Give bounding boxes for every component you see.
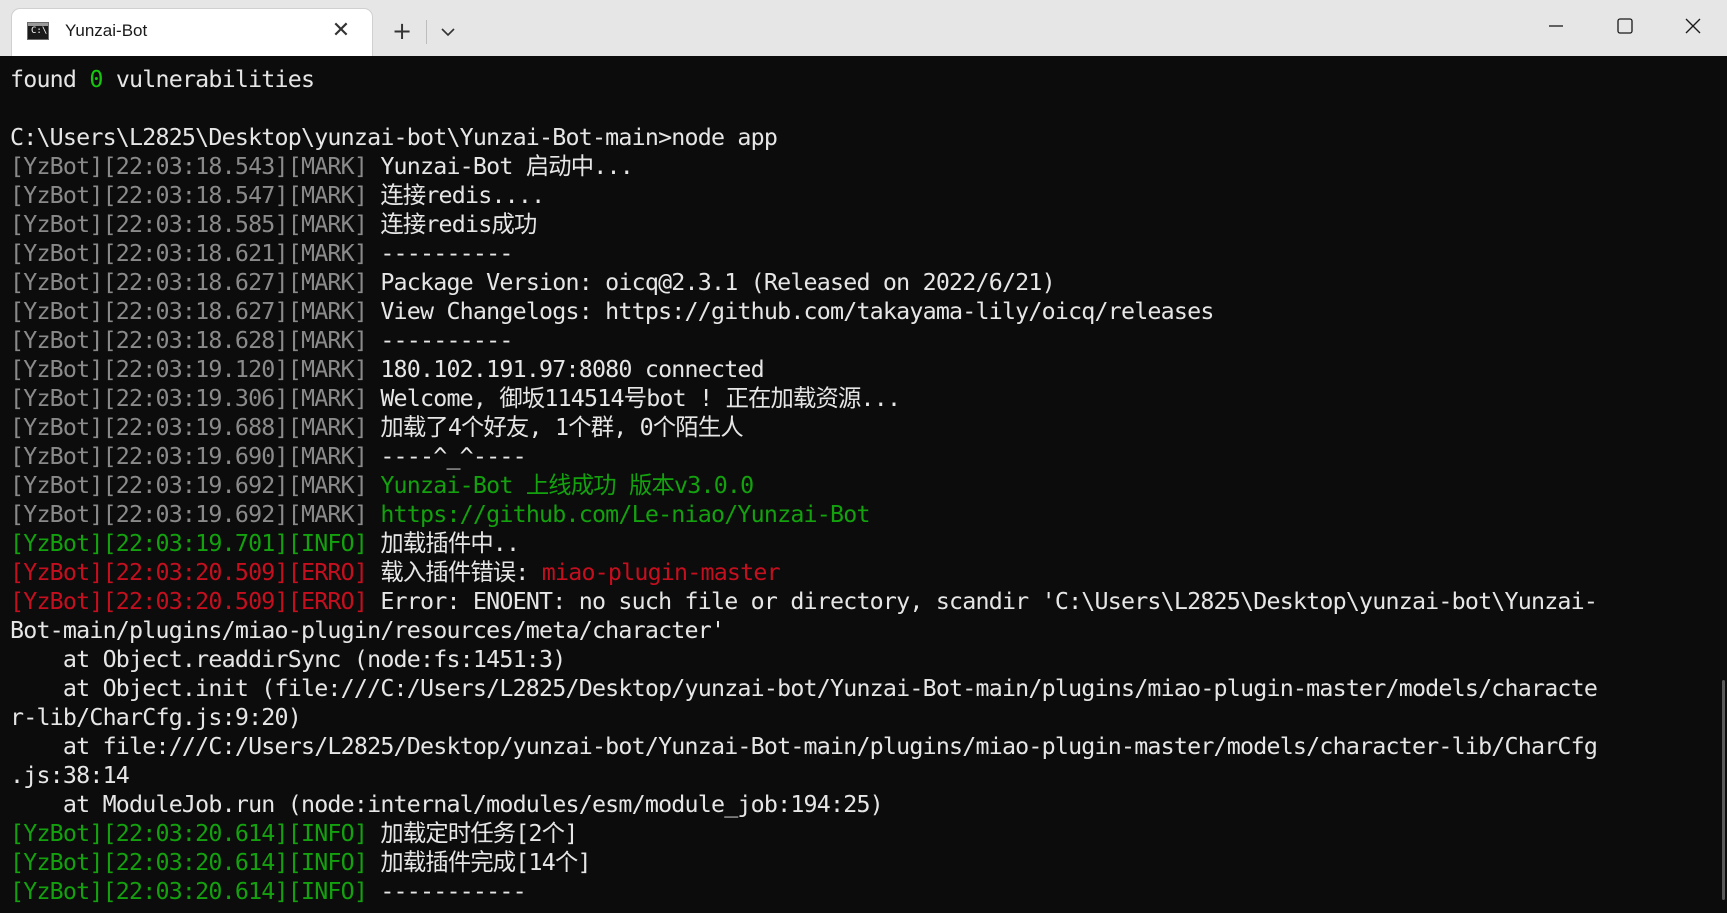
dropdown-button[interactable] [432, 16, 464, 48]
terminal-line: [YzBot][22:03:20.509][ERRO] Error: ENOEN… [10, 587, 1727, 616]
terminal-line: [YzBot][22:03:19.701][INFO] 加载插件中.. [10, 529, 1727, 558]
terminal-line: [YzBot][22:03:18.621][MARK] ---------- [10, 239, 1727, 268]
terminal-line: [YzBot][22:03:20.614][INFO] ----------- [10, 877, 1727, 906]
terminal-text-segment: [YzBot][22:03:19.690][MARK] [10, 443, 381, 470]
terminal-text-segment: at Object.readdirSync (node:fs:1451:3) [10, 646, 566, 673]
scrollbar[interactable] [1722, 680, 1725, 900]
terminal-text-segment: [YzBot][22:03:19.701][INFO] [10, 530, 381, 557]
terminal-line: C:\Users\L2825\Desktop\yunzai-bot\Yunzai… [10, 123, 1727, 152]
terminal-text-segment: 载入插件错误: [380, 559, 542, 586]
terminal-text-segment: [YzBot][22:03:19.692][MARK] [10, 501, 381, 528]
terminal-text-segment: [YzBot][22:03:18.585][MARK] [10, 211, 381, 238]
terminal-line: [YzBot][22:03:20.614][INFO] 加载插件完成[14个] [10, 848, 1727, 877]
terminal-text-segment: ----^_^---- [380, 443, 526, 470]
terminal-text-segment: 180.102.191.97:8080 connected [380, 356, 764, 383]
terminal-line: [YzBot][22:03:18.628][MARK] ---------- [10, 326, 1727, 355]
terminal-line: [YzBot][22:03:18.547][MARK] 连接redis.... [10, 181, 1727, 210]
terminal-text-segment: found [10, 66, 90, 93]
new-tab-button[interactable]: + [386, 16, 418, 48]
terminal-text-segment: [YzBot][22:03:18.628][MARK] [10, 327, 381, 354]
terminal-text-segment: at file:///C:/Users/L2825/Desktop/yunzai… [10, 733, 1598, 760]
minimize-icon [1549, 25, 1563, 27]
terminal-text-segment: [YzBot][22:03:19.120][MARK] [10, 356, 381, 383]
title-bar[interactable]: C:\ Yunzai-Bot ✕ + [0, 0, 1727, 56]
close-icon [1685, 18, 1701, 34]
terminal-text-segment: r-lib/CharCfg.js:9:20) [10, 704, 302, 731]
terminal-line: r-lib/CharCfg.js:9:20) [10, 703, 1727, 732]
terminal-text-segment: 连接redis成功 [380, 211, 537, 238]
terminal-line: at file:///C:/Users/L2825/Desktop/yunzai… [10, 732, 1727, 761]
terminal-line: at Object.readdirSync (node:fs:1451:3) [10, 645, 1727, 674]
terminal-text-segment: Yunzai-Bot 启动中... [380, 153, 633, 180]
terminal-text-segment: at ModuleJob.run (node:internal/modules/… [10, 791, 884, 818]
terminal-text-segment: [YzBot][22:03:20.509][ERRO] [10, 559, 381, 586]
terminal-line: at ModuleJob.run (node:internal/modules/… [10, 790, 1727, 819]
terminal-text-segment: 连接redis.... [380, 182, 545, 209]
chevron-down-icon [441, 28, 455, 37]
terminal-text-segment: ---------- [380, 327, 513, 354]
terminal-line: [YzBot][22:03:18.543][MARK] Yunzai-Bot 启… [10, 152, 1727, 181]
terminal-text-segment: https://github.com/Le-niao/Yunzai-Bot [380, 501, 870, 528]
terminal-text-segment: [YzBot][22:03:19.688][MARK] [10, 414, 381, 441]
terminal-text-segment: [YzBot][22:03:18.543][MARK] [10, 153, 381, 180]
terminal-text-segment: [YzBot][22:03:20.509][ERRO] [10, 588, 381, 615]
terminal-line: [YzBot][22:03:18.627][MARK] Package Vers… [10, 268, 1727, 297]
maximize-icon [1617, 18, 1633, 34]
terminal-text-segment: Error: ENOENT: no such file or directory… [380, 588, 1598, 615]
terminal-text-segment: .js:38:14 [10, 762, 130, 789]
tab-yunzai-bot[interactable]: C:\ Yunzai-Bot ✕ [12, 9, 372, 56]
minimize-button[interactable] [1523, 0, 1587, 52]
close-window-button[interactable] [1661, 0, 1725, 52]
terminal-text-segment: Welcome, 御坂114514号bot ! 正在加载资源... [380, 385, 901, 412]
terminal-text-segment: [YzBot][22:03:20.614][INFO] [10, 878, 381, 905]
terminal-line: found 0 vulnerabilities [10, 65, 1727, 94]
terminal-line: [YzBot][22:03:19.688][MARK] 加载了4个好友, 1个群… [10, 413, 1727, 442]
maximize-button[interactable] [1592, 0, 1656, 52]
terminal-text-segment: 0 [89, 66, 103, 93]
terminal-line: [YzBot][22:03:19.692][MARK] https://gith… [10, 500, 1727, 529]
tab-title: Yunzai-Bot [65, 21, 148, 40]
terminal-text-segment: [YzBot][22:03:18.621][MARK] [10, 240, 381, 267]
terminal-text-segment: 加载插件完成[14个] [380, 849, 591, 876]
terminal-text-segment: C:\Users\L2825\Desktop\yunzai-bot\Yunzai… [10, 124, 778, 151]
terminal-line: at Object.init (file:///C:/Users/L2825/D… [10, 674, 1727, 703]
terminal-line: [YzBot][22:03:19.306][MARK] Welcome, 御坂1… [10, 384, 1727, 413]
terminal-line: [YzBot][22:03:18.627][MARK] View Changel… [10, 297, 1727, 326]
terminal-text-segment: Yunzai-Bot 上线成功 版本v3.0.0 [380, 472, 754, 499]
terminal-text-segment: ----------- [380, 878, 526, 905]
terminal-line: [YzBot][22:03:20.614][INFO] 加载定时任务[2个] [10, 819, 1727, 848]
terminal-text-segment: 加载定时任务[2个] [380, 820, 578, 847]
terminal-text-segment: View Changelogs: https://github.com/taka… [380, 298, 1214, 325]
terminal-text-segment: [YzBot][22:03:18.547][MARK] [10, 182, 381, 209]
terminal-text-segment: ---------- [380, 240, 513, 267]
terminal-line: .js:38:14 [10, 761, 1727, 790]
terminal-text-segment: Package Version: oicq@2.3.1 (Released on… [380, 269, 1055, 296]
terminal-text-segment: miao-plugin-master [541, 559, 781, 586]
terminal-line: [YzBot][22:03:20.509][ERRO] 载入插件错误: miao… [10, 558, 1727, 587]
terminal-icon: C:\ [27, 22, 49, 40]
close-tab-icon[interactable]: ✕ [327, 17, 355, 45]
terminal-text-segment: [YzBot][22:03:18.627][MARK] [10, 298, 381, 325]
terminal-text-segment: at Object.init (file:///C:/Users/L2825/D… [10, 675, 1598, 702]
terminal-text-segment: [YzBot][22:03:20.614][INFO] [10, 820, 381, 847]
terminal-output[interactable]: found 0 vulnerabilities C:\Users\L2825\D… [0, 56, 1727, 913]
terminal-text-segment: 加载了4个好友, 1个群, 0个陌生人 [380, 414, 743, 441]
terminal-text-segment: [YzBot][22:03:20.614][INFO] [10, 849, 381, 876]
terminal-text-segment: vulnerabilities [102, 66, 315, 93]
terminal-line: [YzBot][22:03:19.120][MARK] 180.102.191.… [10, 355, 1727, 384]
terminal-text-segment: [YzBot][22:03:19.306][MARK] [10, 385, 381, 412]
terminal-text-segment: 加载插件中.. [380, 530, 520, 557]
terminal-line: Bot-main/plugins/miao-plugin/resources/m… [10, 616, 1727, 645]
terminal-text-segment: Bot-main/plugins/miao-plugin/resources/m… [10, 617, 725, 644]
terminal-line: [YzBot][22:03:19.692][MARK] Yunzai-Bot 上… [10, 471, 1727, 500]
tab-divider [426, 20, 427, 44]
terminal-window: C:\ Yunzai-Bot ✕ + found 0 vulnerabiliti… [0, 0, 1727, 913]
terminal-line: [YzBot][22:03:19.690][MARK] ----^_^---- [10, 442, 1727, 471]
terminal-line: [YzBot][22:03:18.585][MARK] 连接redis成功 [10, 210, 1727, 239]
terminal-text-segment: [YzBot][22:03:18.627][MARK] [10, 269, 381, 296]
terminal-icon-glyph: C:\ [31, 26, 48, 36]
terminal-text-segment: [YzBot][22:03:19.692][MARK] [10, 472, 381, 499]
